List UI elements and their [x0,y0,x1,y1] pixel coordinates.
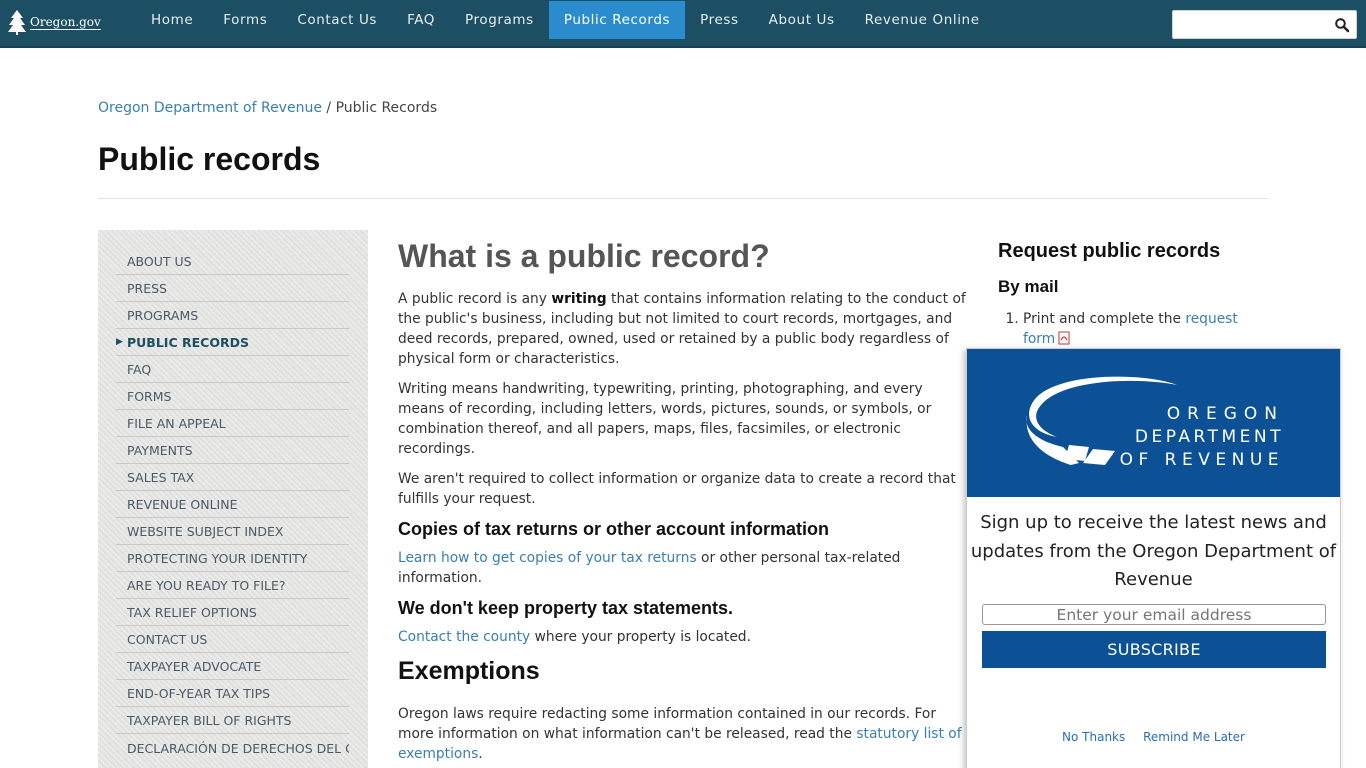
nav-programs[interactable]: Programs [450,1,549,39]
sidebar-item-tax-relief-options[interactable]: TAX RELIEF OPTIONS [116,599,349,626]
search-input[interactable] [1172,10,1357,39]
sidebar-item-label: TAXPAYER BILL OF RIGHTS [127,713,292,728]
logo-line-3: OF REVENUE [1120,450,1284,470]
sidebar-item-label: ABOUT US [127,254,192,269]
remind-me-later-link[interactable]: Remind Me Later [1143,730,1245,744]
sidebar-item-programs[interactable]: PROGRAMS [116,302,349,329]
mail-steps: Print and complete the request form [998,309,1258,349]
nav-press[interactable]: Press [685,1,754,39]
text: A public record is any [398,291,552,307]
sidebar-item-label: PROTECTING YOUR IDENTITY [127,551,308,566]
logo-line-2: DEPARTMENT [1135,427,1284,447]
sidebar-item-label: PUBLIC RECORDS [127,335,249,350]
sidebar-item-label: PAYMENTS [127,443,193,458]
county-paragraph: Contact the county where your property i… [398,627,970,647]
sidebar-item-revenue-online[interactable]: REVENUE ONLINE [116,491,349,518]
sidebar-item-public-records[interactable]: ▶ PUBLIC RECORDS [116,329,349,356]
sidebar-item-contact-us[interactable]: CONTACT US [116,626,349,653]
sidebar-item-label: PRESS [127,281,167,296]
copies-link[interactable]: Learn how to get copies of your tax retu… [398,550,697,566]
popup-links: No Thanks Remind Me Later [967,730,1340,744]
breadcrumb: Oregon Department of Revenue / Public Re… [98,100,437,116]
sidebar-item-about-us[interactable]: ABOUT US [116,248,349,275]
list-item: Print and complete the request form [1023,309,1258,349]
nav-faq[interactable]: FAQ [392,1,450,39]
copies-heading: Copies of tax returns or other account i… [398,519,830,539]
search-icon[interactable] [1334,17,1350,33]
sidebar-item-label: WEBSITE SUBJECT INDEX [127,524,284,539]
county-link[interactable]: Contact the county [398,629,530,645]
logo-text: Oregon.gov [30,14,101,30]
sidebar-item-label: SALES TAX [127,470,195,485]
nav-revenue-online[interactable]: Revenue Online [850,1,995,39]
text: where your property is located. [530,629,751,645]
nav-about-us[interactable]: About Us [754,1,850,39]
page-title: Public records [98,141,321,177]
no-thanks-link[interactable]: No Thanks [1062,730,1125,744]
sidebar-item-taxpayer-advocate[interactable]: TAXPAYER ADVOCATE [116,653,349,680]
nav-forms[interactable]: Forms [208,1,282,39]
popup-message: Sign up to receive the latest news and u… [970,512,1337,590]
sidebar-item-declaracion[interactable]: DECLARACIÓN DE DERECHOS DEL CONTRIBUYENT… [116,734,349,768]
oregon-gov-logo[interactable]: Oregon.gov [6,8,101,36]
active-arrow-icon: ▶ [116,337,123,347]
exemptions-heading: Exemptions [398,657,540,685]
sidebar-item-label: END-OF-YEAR TAX TIPS [127,686,271,701]
exemptions-paragraph: Oregon laws require redacting some infor… [398,704,970,764]
text: . [478,746,483,762]
sidebar-item-label: CONTACT US [127,632,208,647]
sidebar-item-label: DECLARACIÓN DE DERECHOS DEL CONTRIBUYENT… [127,741,349,756]
top-navbar: Oregon.gov Home Forms Contact Us FAQ Pro… [0,0,1366,48]
sidebar-item-file-an-appeal[interactable]: FILE AN APPEAL [116,410,349,437]
popup-banner: OREGON DEPARTMENT OF REVENUE [967,349,1340,497]
nav-public-records[interactable]: Public Records [548,1,686,39]
request-records-panel: Request public records By mail Print and… [998,240,1258,349]
sidebar-item-forms[interactable]: FORMS [116,383,349,410]
sidebar-item-end-of-year-tax-tips[interactable]: END-OF-YEAR TAX TIPS [116,680,349,707]
tree-icon [8,10,26,35]
bold-text: writing [551,291,607,307]
copies-paragraph: Learn how to get copies of your tax retu… [398,548,970,588]
sidebar-item-sales-tax[interactable]: SALES TAX [116,464,349,491]
sidebar-list: ABOUT US PRESS PROGRAMS ▶ PUBLIC RECORDS … [116,248,349,768]
sidebar-item-ready-to-file[interactable]: ARE YOU READY TO FILE? [116,572,349,599]
sidebar: ABOUT US PRESS PROGRAMS ▶ PUBLIC RECORDS … [98,230,368,768]
title-divider [98,198,1268,199]
nav-contact-us[interactable]: Contact Us [282,1,392,39]
request-heading: Request public records [998,240,1221,262]
sidebar-item-label: FORMS [127,389,172,404]
nav-home[interactable]: Home [136,1,208,39]
sidebar-item-label: PROGRAMS [127,308,199,323]
main-content: What is a public record? A public record… [398,238,970,768]
public-record-definition: A public record is any writing that cont… [398,289,970,369]
sidebar-item-faq[interactable]: FAQ [116,356,349,383]
sidebar-item-label: TAXPAYER ADVOCATE [127,659,262,674]
newsletter-popup: OREGON DEPARTMENT OF REVENUE Sign up to … [966,348,1341,768]
by-mail-heading: By mail [998,277,1059,296]
sidebar-item-label: REVENUE ONLINE [127,497,238,512]
sidebar-item-label: FAQ [127,362,152,377]
writing-definition: Writing means handwriting, typewriting, … [398,381,932,457]
oregon-revenue-logo: OREGON DEPARTMENT OF REVENUE [1026,376,1284,470]
breadcrumb-current: Public Records [335,100,438,116]
main-heading: What is a public record? [398,238,770,274]
sidebar-item-label: TAX RELIEF OPTIONS [127,605,257,620]
collection-note: We aren't required to collect informatio… [398,471,956,507]
sidebar-item-label: FILE AN APPEAL [127,416,226,431]
sidebar-item-press[interactable]: PRESS [116,275,349,302]
breadcrumb-parent-link[interactable]: Oregon Department of Revenue [98,100,322,116]
text: Print and complete the [1023,311,1186,327]
sidebar-item-protecting-your-identity[interactable]: PROTECTING YOUR IDENTITY [116,545,349,572]
email-field[interactable] [982,604,1326,625]
logo-line-1: OREGON [1167,404,1284,424]
sidebar-item-website-subject-index[interactable]: WEBSITE SUBJECT INDEX [116,518,349,545]
property-heading: We don't keep property tax statements. [398,598,734,618]
sidebar-item-label: ARE YOU READY TO FILE? [127,578,286,593]
main-nav: Home Forms Contact Us FAQ Programs Publi… [136,1,995,39]
sidebar-item-taxpayer-bill-of-rights[interactable]: TAXPAYER BILL OF RIGHTS [116,707,349,734]
pdf-icon [1058,331,1070,345]
sidebar-item-payments[interactable]: PAYMENTS [116,437,349,464]
breadcrumb-separator: / [321,100,336,116]
subscribe-button[interactable]: SUBSCRIBE [982,631,1326,668]
